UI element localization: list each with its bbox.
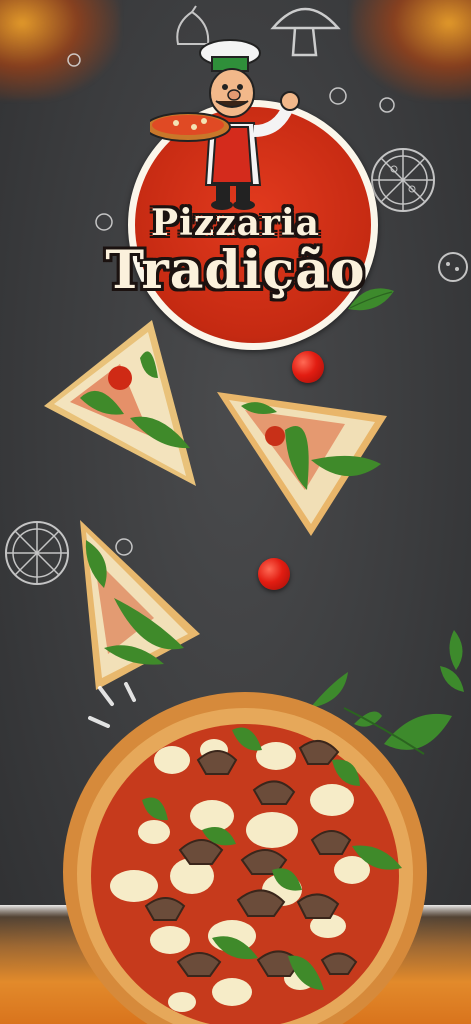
pizza-slice-3 <box>80 520 200 690</box>
brand-name-line2: Tradição <box>105 240 366 301</box>
splash-screen: Pizzaria Tradição <box>0 0 471 1024</box>
pizza-slice-2 <box>217 392 387 536</box>
brand-logo: Pizzaria Tradição <box>0 0 471 350</box>
mushroom-pizza-image <box>63 692 427 1024</box>
chef-mascot-icon <box>150 39 300 210</box>
cherry-tomato-icon <box>292 351 324 383</box>
pizza-slice-1 <box>44 320 196 486</box>
pizza-doodle-icon <box>5 521 69 585</box>
cherry-tomato-icon <box>258 558 290 590</box>
basil-leaf-icon <box>348 288 394 311</box>
brand-name-line1: Pizzaria <box>151 202 320 244</box>
